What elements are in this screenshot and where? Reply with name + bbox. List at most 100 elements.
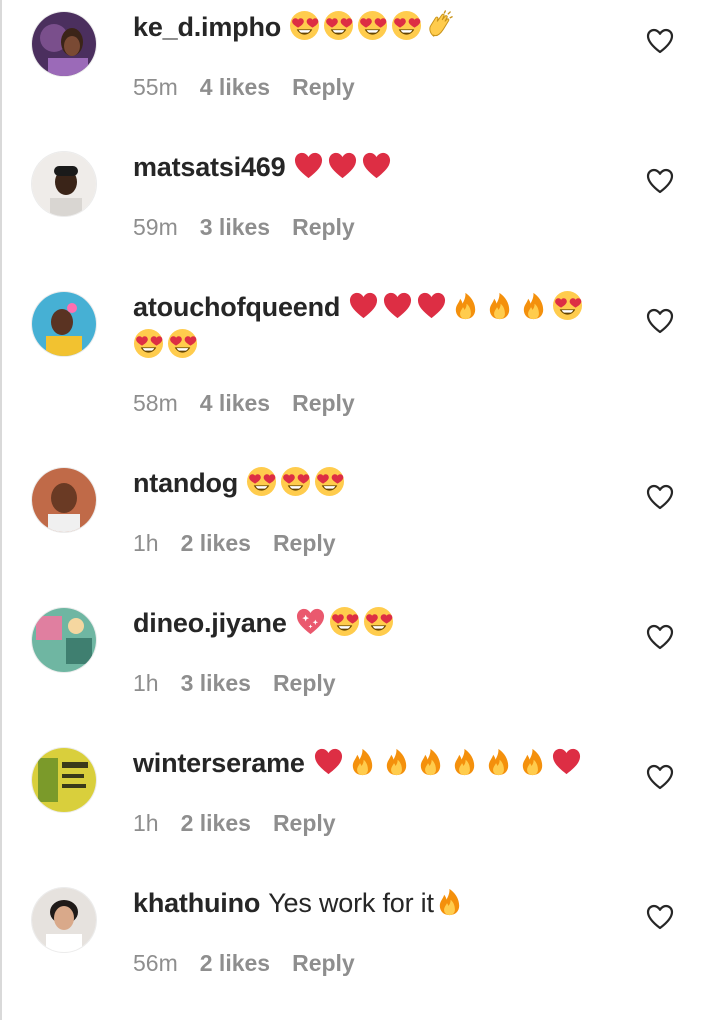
heart-eyes-emoji-icon xyxy=(357,10,388,41)
red-heart-emoji-icon xyxy=(293,150,324,181)
reply-button[interactable]: Reply xyxy=(273,670,336,696)
red-heart-emoji-icon xyxy=(416,290,447,321)
comment-time: 56m xyxy=(133,950,178,976)
red-heart-emoji-icon xyxy=(327,150,358,181)
reply-button[interactable]: Reply xyxy=(273,530,336,556)
fire-emoji-icon xyxy=(434,886,465,917)
reply-button[interactable]: Reply xyxy=(292,950,355,976)
red-heart-emoji-icon xyxy=(348,290,379,321)
red-heart-emoji-icon xyxy=(551,746,582,777)
comment-time: 1h xyxy=(133,530,159,556)
comment-likes[interactable]: 3 likes xyxy=(200,214,270,240)
avatar[interactable] xyxy=(32,152,96,216)
comment-username[interactable]: matsatsi469 xyxy=(133,152,286,182)
comment-likes[interactable]: 2 likes xyxy=(200,950,270,976)
comment-item: dineo.jiyane 1h 3 likes Reply xyxy=(0,596,720,736)
reply-button[interactable]: Reply xyxy=(273,810,336,836)
fire-emoji-icon xyxy=(483,746,514,777)
heart-eyes-emoji-icon xyxy=(552,290,583,321)
comment-username[interactable]: winterserame xyxy=(133,748,305,778)
comment-body: atouchofqueend xyxy=(133,288,603,364)
red-heart-emoji-icon xyxy=(382,290,413,321)
heart-outline-icon[interactable] xyxy=(646,624,674,650)
comment-likes[interactable]: 2 likes xyxy=(181,810,251,836)
avatar[interactable] xyxy=(32,748,96,812)
comment-item: matsatsi469 59m 3 likes Reply xyxy=(0,140,720,280)
heart-eyes-emoji-icon xyxy=(329,606,360,637)
comment-body: khathuino Yes work for it xyxy=(133,884,603,922)
fire-emoji-icon xyxy=(518,290,549,321)
emoji-run xyxy=(289,10,459,42)
heart-eyes-emoji-icon xyxy=(363,606,394,637)
comment-meta: 1h 3 likes Reply xyxy=(133,670,358,697)
comment-username[interactable]: ke_d.impho xyxy=(133,12,281,42)
clap-emoji-icon xyxy=(425,10,456,41)
heart-eyes-emoji-icon xyxy=(391,10,422,41)
emoji-run xyxy=(434,888,468,918)
reply-button[interactable]: Reply xyxy=(292,74,355,100)
comment-meta: 59m 3 likes Reply xyxy=(133,214,377,241)
avatar[interactable] xyxy=(32,608,96,672)
emoji-run xyxy=(295,606,397,638)
comment-likes[interactable]: 2 likes xyxy=(181,530,251,556)
comment-time: 59m xyxy=(133,214,178,240)
heart-eyes-emoji-icon xyxy=(323,10,354,41)
heart-eyes-emoji-icon xyxy=(167,328,198,359)
fire-emoji-icon xyxy=(449,746,480,777)
comment-likes[interactable]: 3 likes xyxy=(181,670,251,696)
comment-username[interactable]: dineo.jiyane xyxy=(133,608,287,638)
comment-username[interactable]: atouchofqueend xyxy=(133,292,340,322)
comment-meta: 58m 4 likes Reply xyxy=(133,390,377,417)
comment-likes[interactable]: 4 likes xyxy=(200,74,270,100)
comment-meta: 55m 4 likes Reply xyxy=(133,74,377,101)
comment-item: khathuino Yes work for it 56m 2 likes Reply xyxy=(0,876,720,1016)
comment-time: 1h xyxy=(133,810,159,836)
heart-eyes-emoji-icon xyxy=(289,10,320,41)
comment-username[interactable]: khathuino xyxy=(133,888,260,918)
heart-outline-icon[interactable] xyxy=(646,28,674,54)
red-heart-emoji-icon xyxy=(361,150,392,181)
fire-emoji-icon xyxy=(381,746,412,777)
comment-time: 1h xyxy=(133,670,159,696)
fire-emoji-icon xyxy=(415,746,446,777)
heart-outline-icon[interactable] xyxy=(646,484,674,510)
sparkling-heart-emoji-icon xyxy=(295,606,326,637)
comment-meta: 56m 2 likes Reply xyxy=(133,950,377,977)
reply-button[interactable]: Reply xyxy=(292,390,355,416)
comment-body: winterserame xyxy=(133,744,603,782)
comment-likes[interactable]: 4 likes xyxy=(200,390,270,416)
comment-body: matsatsi469 xyxy=(133,148,603,186)
comment-item: ke_d.impho 55m 4 likes Reply xyxy=(0,0,720,140)
comment-body: ke_d.impho xyxy=(133,8,603,46)
comment-meta: 1h 2 likes Reply xyxy=(133,810,358,837)
emoji-run xyxy=(313,748,585,778)
comment-username[interactable]: ntandog xyxy=(133,468,238,498)
comment-body: dineo.jiyane xyxy=(133,604,603,642)
comment-meta: 1h 2 likes Reply xyxy=(133,530,358,557)
fire-emoji-icon xyxy=(347,746,378,777)
heart-outline-icon[interactable] xyxy=(646,168,674,194)
avatar[interactable] xyxy=(32,292,96,356)
red-heart-emoji-icon xyxy=(313,746,344,777)
heart-eyes-emoji-icon xyxy=(314,466,345,497)
heart-outline-icon[interactable] xyxy=(646,904,674,930)
comment-body: ntandog xyxy=(133,464,603,502)
fire-emoji-icon xyxy=(517,746,548,777)
avatar[interactable] xyxy=(32,888,96,952)
fire-emoji-icon xyxy=(484,290,515,321)
comment-list: ke_d.impho 55m 4 likes Reply matsatsi469 5… xyxy=(0,0,720,1016)
avatar[interactable] xyxy=(32,468,96,532)
emoji-run xyxy=(246,466,348,498)
avatar[interactable] xyxy=(32,12,96,76)
comment-text: Yes work for it xyxy=(268,888,434,918)
heart-eyes-emoji-icon xyxy=(280,466,311,497)
fire-emoji-icon xyxy=(450,290,481,321)
heart-eyes-emoji-icon xyxy=(246,466,277,497)
heart-outline-icon[interactable] xyxy=(646,764,674,790)
heart-eyes-emoji-icon xyxy=(133,328,164,359)
comment-time: 55m xyxy=(133,74,178,100)
comment-item: ntandog 1h 2 likes Reply xyxy=(0,456,720,596)
reply-button[interactable]: Reply xyxy=(292,214,355,240)
heart-outline-icon[interactable] xyxy=(646,308,674,334)
comment-item: winterserame 1h 2 likes Reply xyxy=(0,736,720,876)
